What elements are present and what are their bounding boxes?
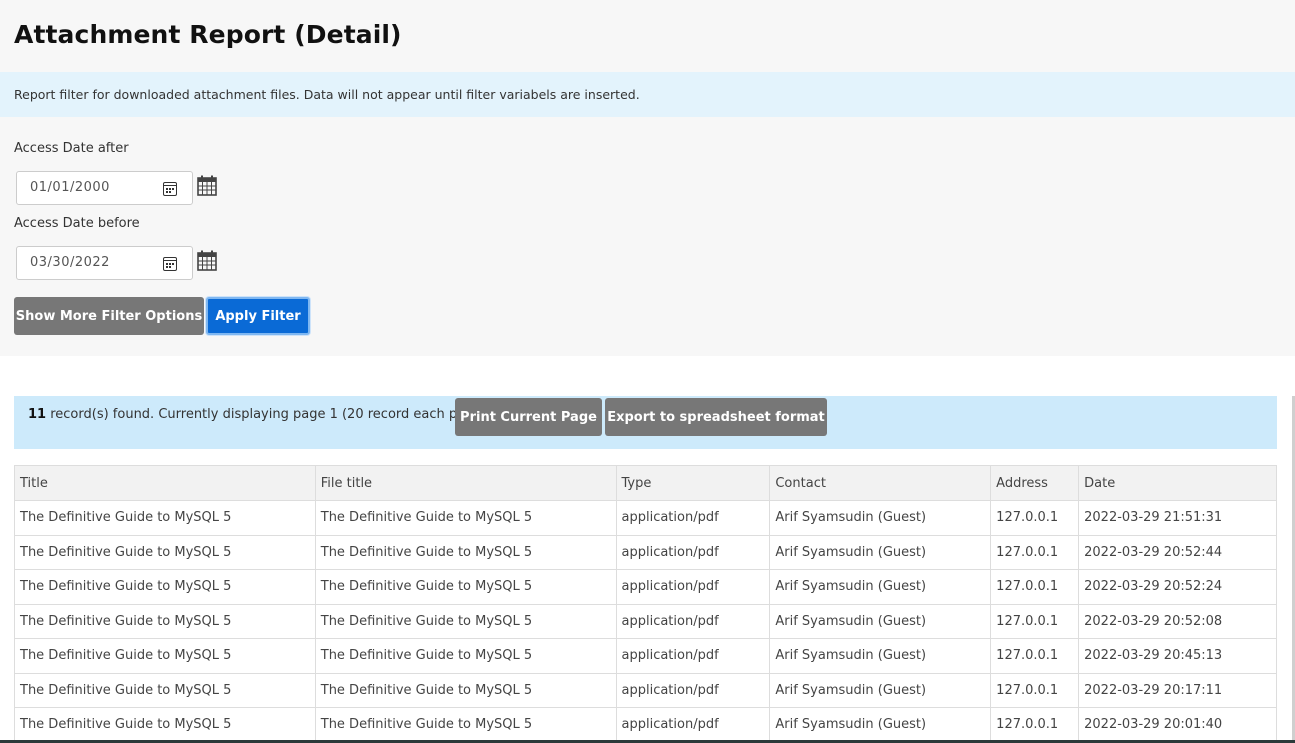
info-text: Report filter for downloaded attachment … [14, 87, 640, 102]
cell-contact: Arif Syamsudin (Guest) [769, 534, 992, 570]
cell-type: application/pdf [615, 603, 771, 639]
cell-date: 2022-03-29 21:51:31 [1078, 500, 1277, 536]
cell-file-title: The Definitive Guide to MySQL 5 [314, 638, 617, 674]
info-banner: Report filter for downloaded attachment … [0, 72, 1295, 117]
cell-address: 127.0.0.1 [990, 534, 1080, 570]
record-count: 11 [28, 407, 47, 422]
cell-type: application/pdf [615, 534, 771, 570]
cell-contact: Arif Syamsudin (Guest) [769, 707, 992, 743]
cell-contact: Arif Syamsudin (Guest) [769, 672, 992, 708]
date-picker-icon[interactable] [163, 257, 177, 271]
cell-type: application/pdf [615, 672, 771, 708]
access-date-after-label: Access Date after [14, 141, 129, 156]
cell-address: 127.0.0.1 [990, 672, 1080, 708]
filter-section: Attachment Report (Detail) Report filter… [0, 0, 1295, 356]
column-header-type: Type [615, 465, 771, 501]
cell-date: 2022-03-29 20:01:40 [1078, 707, 1277, 743]
cell-title: The Definitive Guide to MySQL 5 [14, 569, 316, 605]
table-row: The Definitive Guide to MySQL 5 The Defi… [14, 638, 1277, 674]
table-row: The Definitive Guide to MySQL 5 The Defi… [14, 500, 1277, 536]
date-picker-icon[interactable] [163, 182, 177, 196]
column-header-file-title: File title [314, 465, 617, 501]
cell-address: 127.0.0.1 [990, 500, 1080, 536]
cell-date: 2022-03-29 20:52:24 [1078, 569, 1277, 605]
column-header-date: Date [1078, 465, 1277, 501]
cell-contact: Arif Syamsudin (Guest) [769, 500, 992, 536]
table-header-row: Title File title Type Contact Address Da… [14, 465, 1277, 501]
cell-address: 127.0.0.1 [990, 569, 1080, 605]
access-date-after-input[interactable]: 01/01/2000 [16, 171, 193, 205]
access-date-before-label: Access Date before [14, 216, 140, 231]
table-row: The Definitive Guide to MySQL 5 The Defi… [14, 569, 1277, 605]
cell-date: 2022-03-29 20:45:13 [1078, 638, 1277, 674]
page-title: Attachment Report (Detail) [14, 20, 402, 49]
cell-file-title: The Definitive Guide to MySQL 5 [314, 672, 617, 708]
attachment-report-table: Title File title Type Contact Address Da… [14, 465, 1277, 743]
records-summary-text: record(s) found. Currently displaying pa… [46, 407, 487, 422]
cell-title: The Definitive Guide to MySQL 5 [14, 603, 316, 639]
cell-file-title: The Definitive Guide to MySQL 5 [314, 534, 617, 570]
cell-file-title: The Definitive Guide to MySQL 5 [314, 603, 617, 639]
column-header-contact: Contact [769, 465, 992, 501]
column-header-address: Address [990, 465, 1080, 501]
table-row: The Definitive Guide to MySQL 5 The Defi… [14, 707, 1277, 743]
records-summary-bar: 11 record(s) found. Currently displaying… [14, 396, 1277, 449]
cell-title: The Definitive Guide to MySQL 5 [14, 707, 316, 743]
cell-date: 2022-03-29 20:52:44 [1078, 534, 1277, 570]
cell-contact: Arif Syamsudin (Guest) [769, 569, 992, 605]
cell-type: application/pdf [615, 707, 771, 743]
cell-title: The Definitive Guide to MySQL 5 [14, 638, 316, 674]
cell-date: 2022-03-29 20:17:11 [1078, 672, 1277, 708]
cell-type: application/pdf [615, 638, 771, 674]
table-row: The Definitive Guide to MySQL 5 The Defi… [14, 603, 1277, 639]
cell-file-title: The Definitive Guide to MySQL 5 [314, 569, 617, 605]
access-date-before-input[interactable]: 03/30/2022 [16, 246, 193, 280]
cell-address: 127.0.0.1 [990, 603, 1080, 639]
cell-type: application/pdf [615, 569, 771, 605]
table-row: The Definitive Guide to MySQL 5 The Defi… [14, 534, 1277, 570]
cell-address: 127.0.0.1 [990, 707, 1080, 743]
table-row: The Definitive Guide to MySQL 5 The Defi… [14, 672, 1277, 708]
export-spreadsheet-button[interactable]: Export to spreadsheet format [605, 398, 827, 436]
cell-address: 127.0.0.1 [990, 638, 1080, 674]
access-date-before-value: 03/30/2022 [30, 255, 110, 270]
cell-title: The Definitive Guide to MySQL 5 [14, 672, 316, 708]
cell-type: application/pdf [615, 500, 771, 536]
column-header-title: Title [14, 465, 316, 501]
records-summary: 11 record(s) found. Currently displaying… [28, 407, 486, 422]
cell-title: The Definitive Guide to MySQL 5 [14, 500, 316, 536]
cell-contact: Arif Syamsudin (Guest) [769, 638, 992, 674]
cell-file-title: The Definitive Guide to MySQL 5 [314, 500, 617, 536]
apply-filter-button[interactable]: Apply Filter [206, 297, 310, 335]
calendar-icon[interactable] [197, 250, 217, 271]
access-date-after-value: 01/01/2000 [30, 180, 110, 195]
cell-file-title: The Definitive Guide to MySQL 5 [314, 707, 617, 743]
cell-date: 2022-03-29 20:52:08 [1078, 603, 1277, 639]
cell-contact: Arif Syamsudin (Guest) [769, 603, 992, 639]
show-more-filter-options-button[interactable]: Show More Filter Options [14, 297, 204, 335]
calendar-icon[interactable] [197, 175, 217, 196]
print-current-page-button[interactable]: Print Current Page [455, 398, 602, 436]
cell-title: The Definitive Guide to MySQL 5 [14, 534, 316, 570]
